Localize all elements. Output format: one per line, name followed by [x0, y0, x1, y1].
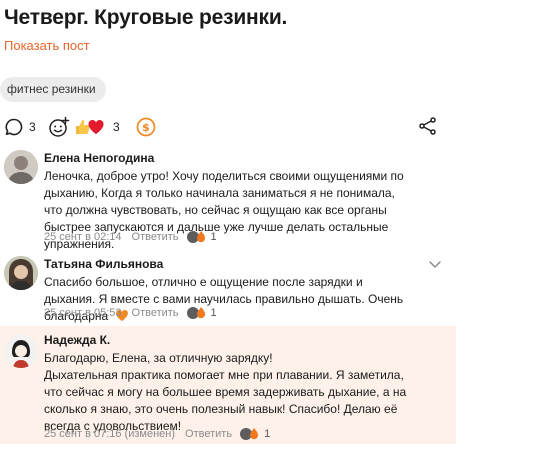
reactions-summary[interactable]: 3	[74, 112, 120, 142]
comment-bubble-icon	[5, 118, 23, 136]
reply-button[interactable]: Ответить	[132, 231, 179, 243]
chevron-down-icon[interactable]	[428, 257, 442, 271]
comment-reactions[interactable]: 1	[186, 230, 217, 244]
comment-time: 25 сент в 05:53	[44, 307, 122, 319]
comment-item: Елена Непогодина Леночка, доброе утро! Х…	[0, 148, 456, 251]
avatar[interactable]	[4, 150, 38, 184]
svg-text:$: $	[142, 121, 150, 134]
comment-reactions[interactable]: 1	[240, 427, 270, 441]
add-reaction-icon	[49, 116, 70, 137]
reaction-avatar-icon	[186, 307, 205, 319]
reaction-count: 1	[210, 231, 217, 243]
comment-author[interactable]: Татьяна Фильянова	[44, 257, 163, 271]
comment-item: Татьяна Фильянова Спасибо большое, отлич…	[0, 250, 456, 325]
comments-count: 3	[29, 120, 36, 134]
show-post-link[interactable]: Показать пост	[4, 38, 90, 53]
reply-button[interactable]: Ответить	[132, 307, 179, 319]
post-title: Четверг. Круговые резинки.	[4, 6, 288, 29]
add-reaction-button[interactable]	[48, 112, 70, 142]
comment-author[interactable]: Елена Непогодина	[44, 151, 154, 165]
reaction-count: 1	[264, 428, 271, 440]
comment-time: 25 сент в 07:16 (изменен)	[44, 428, 176, 440]
comments-action[interactable]: 3	[4, 112, 36, 142]
comment-reactions[interactable]: 1	[186, 306, 217, 320]
avatar[interactable]	[4, 256, 38, 290]
post-actions-bar: 3 3 $	[0, 112, 560, 142]
user-photo-icon	[4, 334, 38, 368]
coin-icon: $	[136, 117, 156, 137]
reactions-count: 3	[113, 120, 120, 134]
comment-time: 25 сент в 02:14	[44, 231, 122, 243]
tag-chip[interactable]: фитнес резинки	[0, 77, 106, 102]
comment-meta: 25 сент в 02:14 Ответить 1	[44, 230, 217, 244]
reply-button[interactable]: Ответить	[185, 428, 232, 440]
user-photo-icon	[4, 256, 38, 290]
reaction-count: 1	[210, 307, 217, 319]
heart-icon	[88, 119, 104, 134]
reaction-avatar-icon	[186, 231, 205, 243]
reaction-avatar-icon	[240, 428, 259, 440]
comment-text: Благодарю, Елена, за отличную зарядку! Д…	[44, 351, 407, 433]
comment-item-highlighted: Надежда К. Благодарю, Елена, за отличную…	[0, 326, 456, 444]
gift-coin-button[interactable]: $	[136, 112, 156, 142]
comment-meta: 25 сент в 05:53 Ответить 1	[44, 306, 217, 320]
share-icon	[419, 117, 436, 135]
user-photo-icon	[4, 150, 38, 184]
avatar[interactable]	[4, 334, 38, 368]
comment-meta: 25 сент в 07:16 (изменен) Ответить 1	[44, 427, 270, 441]
share-button[interactable]	[418, 116, 438, 141]
comment-author[interactable]: Надежда К.	[44, 333, 110, 347]
